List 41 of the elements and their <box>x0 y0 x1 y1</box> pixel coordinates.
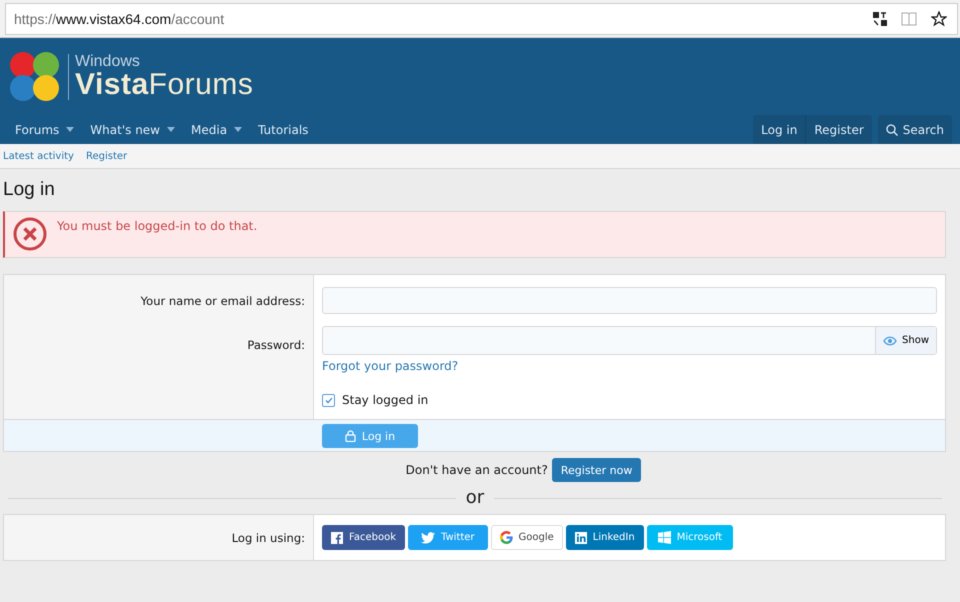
nav-tab[interactable]: Media <box>183 115 250 144</box>
error-message: You must be logged-in to do that. <box>57 219 258 235</box>
show-password-button[interactable]: Show <box>875 327 936 354</box>
subnav-link[interactable]: Register <box>86 150 128 162</box>
register-prompt: Don't have an account? <box>406 463 548 477</box>
checkmark-icon <box>324 396 332 404</box>
site-logo[interactable]: Windows VistaForums <box>68 54 254 100</box>
field-label: Your name or email address: <box>140 294 305 308</box>
nav-tab[interactable]: Tutorials <box>250 115 316 144</box>
checkbox[interactable] <box>322 394 335 406</box>
eye-icon <box>883 336 898 346</box>
field-label: Log in using: <box>232 530 305 544</box>
logo-icon[interactable] <box>8 50 62 104</box>
bird-icon <box>421 532 435 544</box>
social-login-button[interactable]: Facebook <box>322 525 405 550</box>
google-g-icon <box>500 531 513 544</box>
windows-icon <box>658 531 671 544</box>
linkedin-icon <box>574 532 587 544</box>
account-link[interactable]: Log in <box>753 115 806 144</box>
star-icon[interactable] <box>931 10 947 26</box>
caret-icon <box>234 127 242 132</box>
facebook-icon <box>331 532 343 544</box>
page-title: Log in <box>3 179 56 201</box>
social-login-button[interactable]: LinkedIn <box>566 525 644 550</box>
search-button[interactable]: Search <box>878 115 952 144</box>
nav-tab[interactable]: Forums <box>7 115 82 144</box>
forgot-password-link[interactable]: Forgot your password? <box>322 359 458 373</box>
caret-icon <box>167 127 175 132</box>
checkbox-label[interactable]: Stay logged in <box>342 393 428 407</box>
password-field[interactable]: Show <box>322 326 937 355</box>
caret-icon <box>66 127 74 132</box>
search-icon <box>886 124 898 136</box>
lock-icon <box>344 430 356 442</box>
social-login-button[interactable]: Google <box>490 525 563 550</box>
field-label: Password: <box>247 338 305 352</box>
divider-text: or <box>466 488 484 508</box>
name-field[interactable] <box>322 287 937 314</box>
error-icon <box>13 217 47 251</box>
subnav-link[interactable]: Latest activity <box>3 150 74 162</box>
register-button[interactable]: Register now <box>552 458 642 482</box>
nav-tab[interactable]: What's new <box>82 115 183 144</box>
